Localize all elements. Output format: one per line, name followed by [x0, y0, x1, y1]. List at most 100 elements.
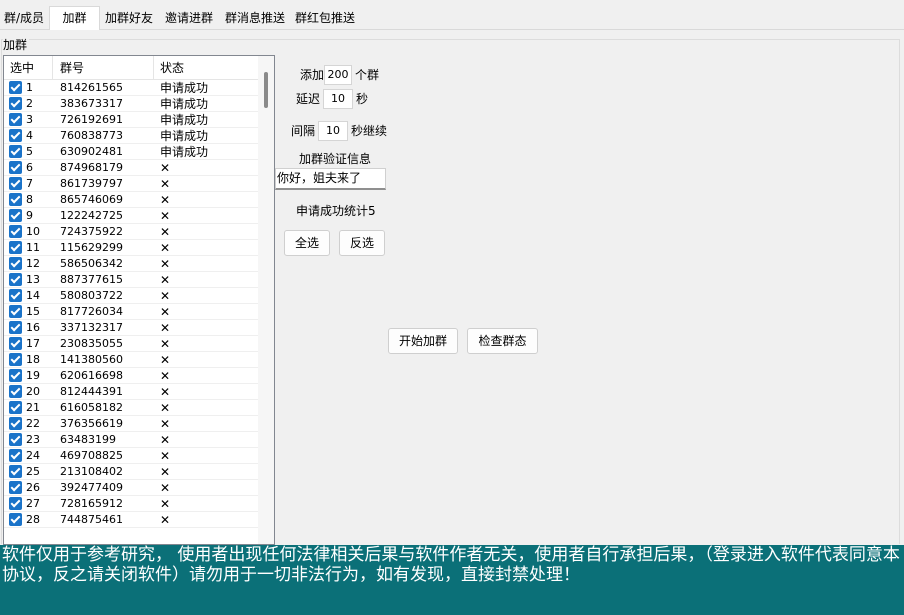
row-checkbox[interactable] [9, 433, 22, 446]
start-join-button[interactable]: 开始加群 [388, 328, 458, 354]
table-row[interactable]: 17 230835055 ✕ [4, 336, 260, 352]
table-row[interactable]: 12 586506342 ✕ [4, 256, 260, 272]
row-checkbox[interactable] [9, 497, 22, 510]
row-checkbox[interactable] [9, 369, 22, 382]
table-row[interactable]: 14 580803722 ✕ [4, 288, 260, 304]
table-row[interactable]: 5 630902481 申请成功 [4, 144, 260, 160]
table-row[interactable]: 7 861739797 ✕ [4, 176, 260, 192]
table-row[interactable]: 11 115629299 ✕ [4, 240, 260, 256]
row-checkbox[interactable] [9, 161, 22, 174]
table-row[interactable]: 8 865746069 ✕ [4, 192, 260, 208]
row-status: ✕ [160, 369, 171, 383]
row-checkbox[interactable] [9, 81, 22, 94]
row-status: ✕ [160, 353, 171, 367]
row-checkbox[interactable] [9, 289, 22, 302]
interval-input[interactable]: 10 [318, 121, 348, 141]
add-count-input[interactable]: 200 [324, 65, 352, 85]
select-all-button[interactable]: 全选 [284, 230, 330, 256]
row-group-number: 744875461 [60, 513, 123, 526]
delay-suffix: 秒 [356, 92, 369, 106]
table-row[interactable]: 26 392477409 ✕ [4, 480, 260, 496]
table-row[interactable]: 21 616058182 ✕ [4, 400, 260, 416]
table-row[interactable]: 1 814261565 申请成功 [4, 80, 260, 96]
tab-groups-members[interactable]: 群/成员 [2, 8, 46, 29]
row-index: 1 [26, 81, 33, 94]
check-group-status-button[interactable]: 检查群态 [467, 328, 538, 354]
row-checkbox[interactable] [9, 97, 22, 110]
delay-input[interactable]: 10 [323, 89, 353, 109]
row-group-number: 122242725 [60, 209, 123, 222]
row-checkbox[interactable] [9, 481, 22, 494]
row-group-number: 728165912 [60, 497, 123, 510]
invert-selection-button[interactable]: 反选 [339, 230, 385, 256]
table-row[interactable]: 2 383673317 申请成功 [4, 96, 260, 112]
row-group-number: 814261565 [60, 81, 123, 94]
tab-invite-to-group[interactable]: 邀请进群 [161, 8, 217, 29]
row-group-number: 861739797 [60, 177, 123, 190]
group-list[interactable]: 选中 群号 状态 1 814261565 申请成功 2 383673317 申请成功 3 72… [3, 55, 275, 545]
table-row[interactable]: 24 469708825 ✕ [4, 448, 260, 464]
row-checkbox[interactable] [9, 177, 22, 190]
header-group-number[interactable]: 群号 [54, 56, 154, 80]
row-checkbox[interactable] [9, 273, 22, 286]
row-checkbox[interactable] [9, 513, 22, 526]
list-scrollbar[interactable] [258, 56, 274, 544]
row-status: ✕ [160, 257, 171, 271]
row-group-number: 586506342 [60, 257, 123, 270]
row-status: ✕ [160, 273, 171, 287]
row-status: ✕ [160, 449, 171, 463]
scrollbar-thumb[interactable] [264, 72, 268, 108]
row-checkbox[interactable] [9, 417, 22, 430]
tab-join-group[interactable]: 加群 [49, 6, 100, 30]
row-status: ✕ [160, 241, 171, 255]
row-group-number: 213108402 [60, 465, 123, 478]
row-checkbox[interactable] [9, 113, 22, 126]
tab-add-group-friends[interactable]: 加群好友 [102, 8, 156, 29]
table-row[interactable]: 4 760838773 申请成功 [4, 128, 260, 144]
table-row[interactable]: 9 122242725 ✕ [4, 208, 260, 224]
table-row[interactable]: 6 874968179 ✕ [4, 160, 260, 176]
row-status: 申请成功 [160, 145, 209, 159]
row-checkbox[interactable] [9, 225, 22, 238]
row-group-number: 865746069 [60, 193, 123, 206]
row-checkbox[interactable] [9, 145, 22, 158]
table-row[interactable]: 25 213108402 ✕ [4, 464, 260, 480]
table-row[interactable]: 23 63483199 ✕ [4, 432, 260, 448]
row-checkbox[interactable] [9, 193, 22, 206]
row-group-number: 630902481 [60, 145, 123, 158]
table-row[interactable]: 27 728165912 ✕ [4, 496, 260, 512]
row-checkbox[interactable] [9, 401, 22, 414]
table-row[interactable]: 22 376356619 ✕ [4, 416, 260, 432]
row-checkbox[interactable] [9, 385, 22, 398]
table-row[interactable]: 18 141380560 ✕ [4, 352, 260, 368]
table-row[interactable]: 16 337132317 ✕ [4, 320, 260, 336]
row-checkbox[interactable] [9, 449, 22, 462]
row-checkbox[interactable] [9, 209, 22, 222]
table-row[interactable]: 10 724375922 ✕ [4, 224, 260, 240]
row-checkbox[interactable] [9, 241, 22, 254]
table-row[interactable]: 15 817726034 ✕ [4, 304, 260, 320]
tab-group-message-push[interactable]: 群消息推送 [222, 8, 288, 29]
row-group-number: 887377615 [60, 273, 123, 286]
row-group-number: 230835055 [60, 337, 123, 350]
tab-group-redpacket-push[interactable]: 群红包推送 [292, 8, 358, 29]
row-checkbox[interactable] [9, 337, 22, 350]
header-select[interactable]: 选中 [4, 56, 53, 80]
row-checkbox[interactable] [9, 305, 22, 318]
table-row[interactable]: 3 726192691 申请成功 [4, 112, 260, 128]
row-checkbox[interactable] [9, 129, 22, 142]
header-status[interactable]: 状态 [154, 56, 260, 80]
table-row[interactable]: 20 812444391 ✕ [4, 384, 260, 400]
table-row[interactable]: 13 887377615 ✕ [4, 272, 260, 288]
verify-message-input[interactable]: 你好，姐夫来了 [275, 168, 386, 190]
interval-suffix: 秒继续 [351, 124, 388, 138]
table-row[interactable]: 28 744875461 ✕ [4, 512, 260, 528]
list-header: 选中 群号 状态 [4, 56, 260, 80]
row-checkbox[interactable] [9, 257, 22, 270]
row-group-number: 812444391 [60, 385, 123, 398]
row-checkbox[interactable] [9, 465, 22, 478]
table-row[interactable]: 19 620616698 ✕ [4, 368, 260, 384]
row-status: ✕ [160, 337, 171, 351]
row-checkbox[interactable] [9, 353, 22, 366]
row-checkbox[interactable] [9, 321, 22, 334]
